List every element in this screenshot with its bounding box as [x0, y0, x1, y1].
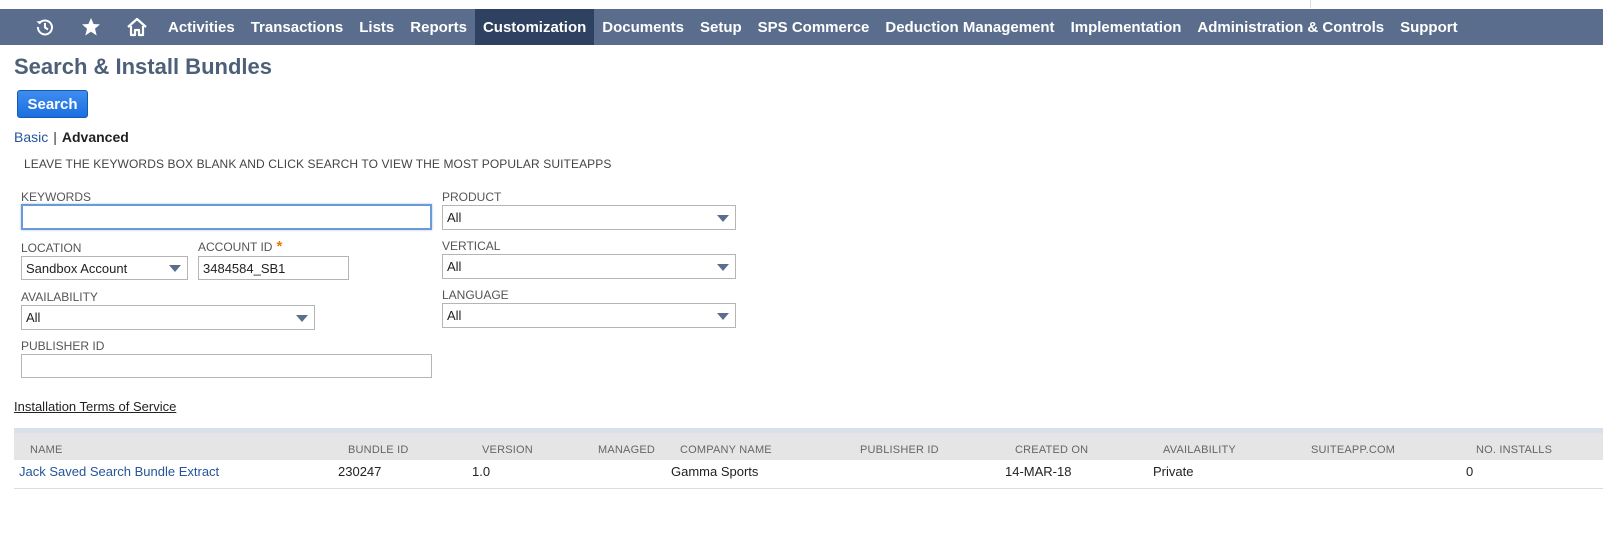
cell-company-name: Gamma Sports — [671, 464, 759, 479]
product-select[interactable]: All — [442, 205, 736, 230]
nav-deduction-management[interactable]: Deduction Management — [877, 9, 1062, 45]
nav-transactions[interactable]: Transactions — [243, 9, 352, 45]
account-id-input[interactable] — [198, 256, 349, 280]
top-strip — [0, 0, 1603, 9]
chevron-down-icon — [717, 312, 729, 320]
language-label: LANGUAGE — [442, 288, 509, 302]
availability-select[interactable]: All — [21, 305, 315, 330]
basic-mode-link[interactable]: Basic — [14, 129, 48, 145]
nav-setup[interactable]: Setup — [692, 9, 750, 45]
search-mode-links: Basic | Advanced — [14, 129, 129, 145]
chevron-down-icon — [717, 214, 729, 222]
bundle-name-link[interactable]: Jack Saved Search Bundle Extract — [19, 464, 219, 479]
nav-reports[interactable]: Reports — [402, 9, 475, 45]
account-id-label: ACCOUNT ID — [198, 240, 273, 254]
chevron-down-icon — [717, 263, 729, 271]
mode-separator: | — [53, 129, 57, 145]
installation-terms-link[interactable]: Installation Terms of Service — [14, 399, 176, 414]
availability-label: AVAILABILITY — [21, 290, 98, 304]
vertical-value: All — [447, 259, 462, 274]
cell-version: 1.0 — [472, 464, 491, 479]
search-button[interactable]: Search — [17, 90, 88, 118]
home-icon-glyph — [127, 17, 147, 37]
recent-icon-glyph — [36, 19, 53, 36]
top-strip-divider — [1310, 0, 1311, 8]
nav-support[interactable]: Support — [1392, 9, 1466, 45]
main-nav-bar: Activities Transactions Lists Reports Cu… — [0, 9, 1603, 45]
keywords-input[interactable] — [21, 204, 432, 230]
cell-created-on: 14-MAR-18 — [1005, 464, 1072, 479]
advanced-mode-label: Advanced — [61, 129, 129, 145]
vertical-select[interactable]: All — [442, 254, 736, 279]
column-header-no-installs[interactable]: NO. INSTALLS — [1476, 444, 1552, 456]
language-select[interactable]: All — [442, 303, 736, 328]
language-value: All — [447, 308, 462, 323]
keywords-label: KEYWORDS — [21, 190, 92, 204]
chevron-down-icon — [169, 265, 181, 272]
required-marker: * — [276, 238, 283, 255]
nav-activities[interactable]: Activities — [160, 9, 243, 45]
cell-bundle-id: 230247 — [338, 464, 382, 479]
nav-customization[interactable]: Customization — [474, 9, 595, 45]
nav-sps-commerce[interactable]: SPS Commerce — [750, 9, 878, 45]
column-header-managed[interactable]: MANAGED — [598, 444, 655, 456]
column-header-version[interactable]: VERSION — [482, 444, 533, 456]
location-value: Sandbox Account — [26, 260, 128, 276]
account-id-label-wrap: ACCOUNT ID * — [198, 238, 282, 255]
column-header-suiteapp[interactable]: SUITEAPP.COM — [1311, 444, 1395, 456]
page-title: Search & Install Bundles — [14, 54, 272, 79]
product-label: PRODUCT — [442, 190, 502, 204]
results-table: NAME BUNDLE ID VERSION MANAGED COMPANY N… — [14, 428, 1603, 489]
publisher-id-label: PUBLISHER ID — [21, 339, 105, 353]
vertical-label: VERTICAL — [442, 239, 501, 253]
results-header-row: NAME BUNDLE ID VERSION MANAGED COMPANY N… — [14, 428, 1603, 460]
availability-value: All — [26, 310, 41, 325]
recent-icon[interactable] — [22, 9, 68, 45]
home-icon[interactable] — [114, 9, 160, 45]
location-select[interactable]: Sandbox Account — [21, 256, 188, 280]
star-icon[interactable] — [68, 9, 114, 45]
product-value: All — [447, 210, 462, 225]
location-label: LOCATION — [21, 241, 82, 255]
nav-administration-controls[interactable]: Administration & Controls — [1189, 9, 1392, 45]
chevron-down-icon — [296, 314, 308, 322]
nav-implementation[interactable]: Implementation — [1063, 9, 1190, 45]
star-icon-glyph — [82, 18, 100, 36]
column-header-availability[interactable]: AVAILABILITY — [1163, 444, 1236, 456]
nav-documents[interactable]: Documents — [594, 9, 692, 45]
cell-availability: Private — [1153, 464, 1194, 479]
search-hint: LEAVE THE KEYWORDS BOX BLANK AND CLICK S… — [24, 157, 612, 171]
column-header-bundle-id[interactable]: BUNDLE ID — [348, 444, 408, 456]
column-header-name[interactable]: NAME — [30, 444, 63, 456]
column-header-company-name[interactable]: COMPANY NAME — [680, 444, 772, 456]
column-header-publisher-id[interactable]: PUBLISHER ID — [860, 444, 939, 456]
publisher-id-input[interactable] — [21, 354, 432, 378]
cell-no-installs: 0 — [1466, 464, 1474, 479]
column-header-created-on[interactable]: CREATED ON — [1015, 444, 1088, 456]
table-row: Jack Saved Search Bundle Extract 230247 … — [14, 460, 1603, 489]
nav-lists[interactable]: Lists — [351, 9, 402, 45]
